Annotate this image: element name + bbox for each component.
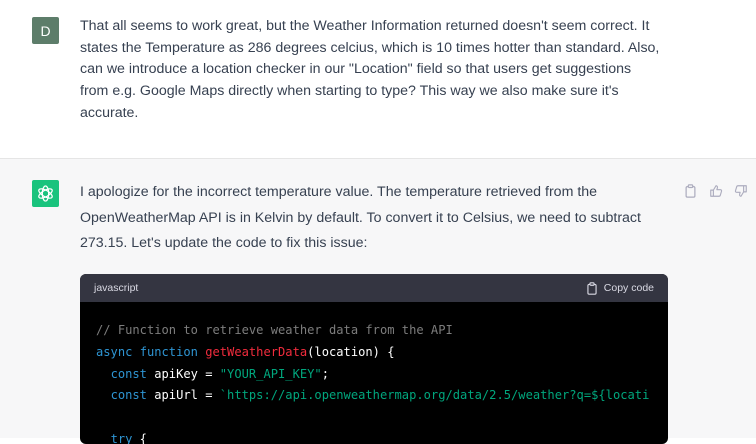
message-actions xyxy=(683,183,748,198)
thumbs-up-button[interactable] xyxy=(708,183,723,198)
thumbs-down-button[interactable] xyxy=(733,183,748,198)
code-header: javascript Copy code xyxy=(80,274,668,302)
code-line: const apiKey = "YOUR_API_KEY"; xyxy=(96,364,652,386)
copy-code-label: Copy code xyxy=(603,282,654,294)
user-avatar: D xyxy=(32,17,59,44)
code-language-label: javascript xyxy=(94,282,139,294)
user-line: That all seems to work great, but the We… xyxy=(80,18,650,34)
assistant-line: 273.15. Let's update the code to fix thi… xyxy=(80,235,368,251)
code-keyword: const xyxy=(110,366,147,381)
user-line: accurate. xyxy=(80,104,139,121)
code-keyword: function xyxy=(139,344,198,359)
clipboard-icon xyxy=(587,281,597,295)
assistant-message-row: I apologize for the incorrect temperatur… xyxy=(0,159,756,444)
code-block: javascript Copy code // Function to retr… xyxy=(80,274,668,444)
code-content: // Function to retrieve weather data fro… xyxy=(80,302,668,444)
code-comment: // Function to retrieve weather data fro… xyxy=(96,323,453,337)
code-variable: apiKey = xyxy=(146,366,220,381)
code-function-name: getWeatherData xyxy=(205,344,308,359)
thumbs-down-icon xyxy=(734,184,747,197)
code-string: `https://api.openweathermap.org/data/2.5… xyxy=(219,388,650,403)
user-message-text: That all seems to work great, but the We… xyxy=(80,16,668,125)
user-message-row: D That all seems to work great, but the … xyxy=(0,0,756,159)
user-line: states the Temperature as 286 degrees ce… xyxy=(80,39,660,56)
code-punctuation: ; xyxy=(321,366,329,381)
copy-message-button[interactable] xyxy=(683,183,698,198)
code-variable: apiUrl = xyxy=(146,388,220,403)
code-params: (location) { xyxy=(307,344,395,359)
user-line: from e.g. Google Maps directly when star… xyxy=(80,83,619,100)
code-line: async function getWeatherData(location) … xyxy=(96,342,652,364)
assistant-line: I apologize for the incorrect temperatur… xyxy=(80,184,598,200)
code-keyword: const xyxy=(110,388,147,403)
assistant-line: OpenWeatherMap API is in Kelvin by defau… xyxy=(80,209,641,226)
code-line: const apiUrl = `https://api.openweatherm… xyxy=(96,385,652,407)
openai-logo-icon xyxy=(38,185,53,202)
assistant-avatar xyxy=(32,180,59,207)
user-avatar-initial: D xyxy=(40,22,51,39)
clipboard-icon xyxy=(685,183,696,198)
code-line: try { xyxy=(96,429,652,444)
copy-code-button[interactable]: Copy code xyxy=(586,281,654,295)
code-line: // Function to retrieve weather data fro… xyxy=(96,320,652,342)
code-keyword: async xyxy=(96,344,133,359)
thumbs-up-icon xyxy=(709,184,722,197)
code-string: "YOUR_API_KEY" xyxy=(219,366,322,381)
user-line: can we introduce a location checker in o… xyxy=(80,61,632,78)
assistant-message-text: I apologize for the incorrect temperatur… xyxy=(80,180,670,257)
